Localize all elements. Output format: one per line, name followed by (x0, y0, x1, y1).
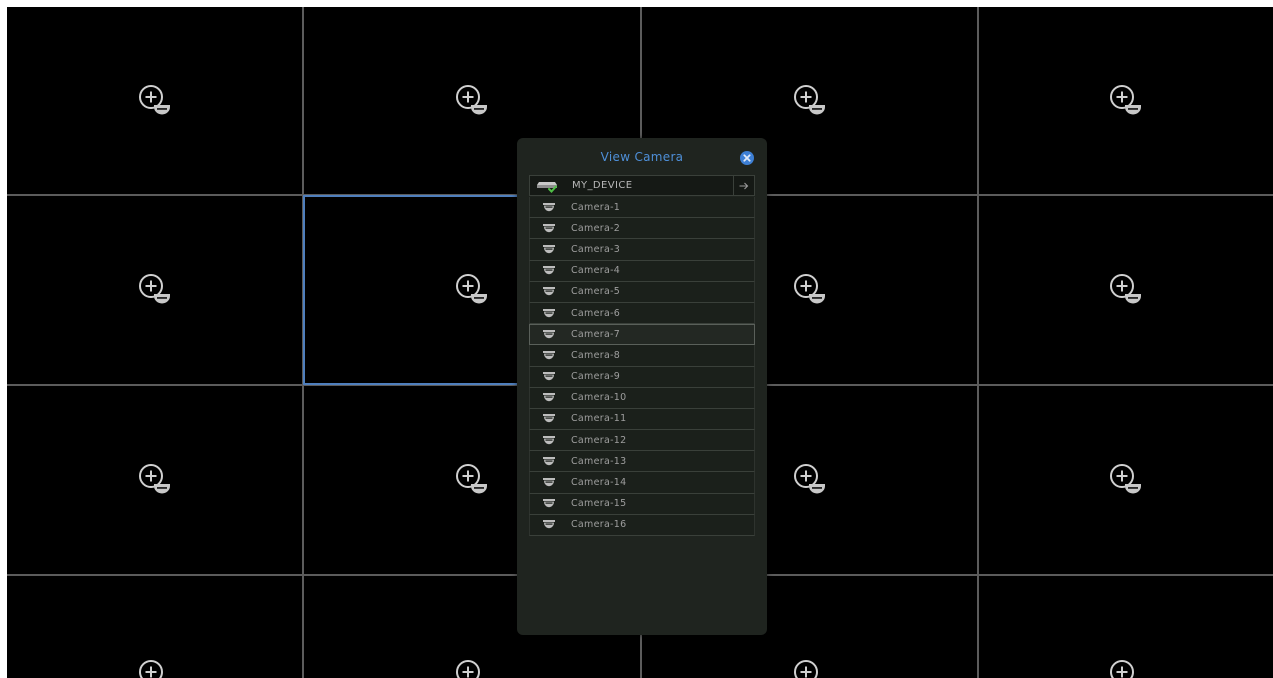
camera-label: Camera-13 (571, 455, 627, 467)
camera-tile[interactable] (7, 196, 302, 384)
camera-list-item[interactable]: Camera-12 (529, 430, 755, 452)
camera-label: Camera-12 (571, 434, 627, 446)
dome-camera-icon (543, 350, 555, 360)
dome-camera-icon (543, 520, 555, 529)
camera-tile[interactable] (7, 386, 302, 574)
camera-list-item[interactable]: Camera-15 (529, 493, 755, 515)
camera-list-item[interactable]: Camera-1 (529, 197, 755, 219)
camera-list-item[interactable]: Camera-4 (529, 260, 755, 282)
camera-list-item[interactable]: Camera-16 (529, 514, 755, 536)
camera-label: Camera-6 (571, 307, 621, 319)
dome-camera-icon (543, 499, 555, 508)
camera-tile[interactable] (979, 196, 1273, 384)
add-camera-icon (456, 274, 487, 304)
camera-label: Camera-3 (571, 243, 621, 255)
camera-tile[interactable] (7, 576, 302, 678)
add-camera-icon (1110, 464, 1141, 494)
dome-camera-icon (543, 266, 555, 275)
camera-label: Camera-16 (571, 519, 627, 531)
camera-label: Camera-1 (571, 201, 621, 213)
camera-label: Camera-7 (571, 329, 621, 341)
camera-label: Camera-4 (571, 265, 621, 277)
dome-camera-icon (543, 308, 555, 317)
camera-list-item[interactable]: Camera-10 (529, 387, 755, 409)
add-camera-icon (138, 660, 163, 678)
add-camera-icon (138, 464, 170, 494)
camera-label: Camera-2 (571, 222, 621, 234)
camera-tile[interactable] (979, 386, 1273, 574)
dome-camera-icon (543, 372, 555, 381)
dome-camera-icon (543, 435, 555, 444)
camera-list-item[interactable]: Camera-7 (529, 324, 755, 346)
arrow-right-icon[interactable] (733, 176, 754, 195)
camera-list-item[interactable]: Camera-8 (529, 345, 755, 367)
camera-label: Camera-5 (571, 286, 621, 298)
camera-label: Camera-10 (571, 392, 627, 404)
camera-tile[interactable] (979, 7, 1273, 194)
camera-list-item[interactable]: Camera-6 (529, 302, 755, 325)
add-camera-icon (456, 660, 480, 678)
dome-camera-icon (543, 330, 555, 339)
dome-camera-icon (543, 456, 555, 466)
dome-camera-icon (543, 478, 555, 487)
camera-label: Camera-14 (571, 477, 627, 489)
dvr-device-check-icon (537, 181, 557, 193)
camera-list-item[interactable]: Camera-13 (529, 451, 755, 473)
camera-tile[interactable] (979, 576, 1273, 678)
dome-camera-icon (543, 223, 555, 232)
add-camera-icon (793, 84, 825, 114)
add-camera-icon (1110, 84, 1141, 114)
camera-list-item[interactable]: Camera-3 (529, 239, 755, 261)
add-camera-icon (456, 464, 487, 494)
add-camera-icon (1110, 660, 1134, 678)
dome-camera-icon (543, 414, 555, 423)
add-camera-icon (138, 84, 170, 114)
dialog-title: View Camera (600, 150, 684, 164)
add-camera-icon (456, 84, 487, 114)
camera-list-item[interactable]: Camera-14 (529, 472, 755, 494)
add-camera-icon (1110, 274, 1141, 304)
camera-label: Camera-15 (571, 498, 627, 510)
camera-list-item[interactable]: Camera-11 (529, 408, 755, 431)
add-camera-icon (793, 274, 825, 304)
camera-list: Camera-1 Camera-2 Camera-3 Camera-4 Came… (529, 197, 755, 536)
camera-label: Camera-8 (571, 349, 621, 361)
view-camera-dialog: View Camera MY_DEVICE Camera-1 Camera-2 … (517, 138, 767, 635)
camera-list-item[interactable]: Camera-5 (529, 281, 755, 303)
dome-camera-icon (543, 287, 555, 296)
dome-camera-icon (543, 393, 555, 402)
add-camera-icon (793, 660, 818, 678)
close-icon[interactable] (739, 150, 755, 166)
camera-list-item[interactable]: Camera-9 (529, 366, 755, 388)
camera-tile[interactable] (7, 7, 302, 194)
dome-camera-icon (543, 202, 555, 211)
add-camera-icon (138, 274, 170, 304)
dome-camera-icon (543, 244, 555, 254)
camera-label: Camera-11 (571, 413, 627, 425)
add-camera-icon (793, 464, 825, 494)
camera-grid: View Camera MY_DEVICE Camera-1 Camera-2 … (7, 7, 1273, 678)
device-row[interactable]: MY_DEVICE (529, 175, 755, 196)
device-label: MY_DEVICE (572, 180, 633, 191)
camera-list-item[interactable]: Camera-2 (529, 218, 755, 240)
camera-label: Camera-9 (571, 371, 621, 383)
